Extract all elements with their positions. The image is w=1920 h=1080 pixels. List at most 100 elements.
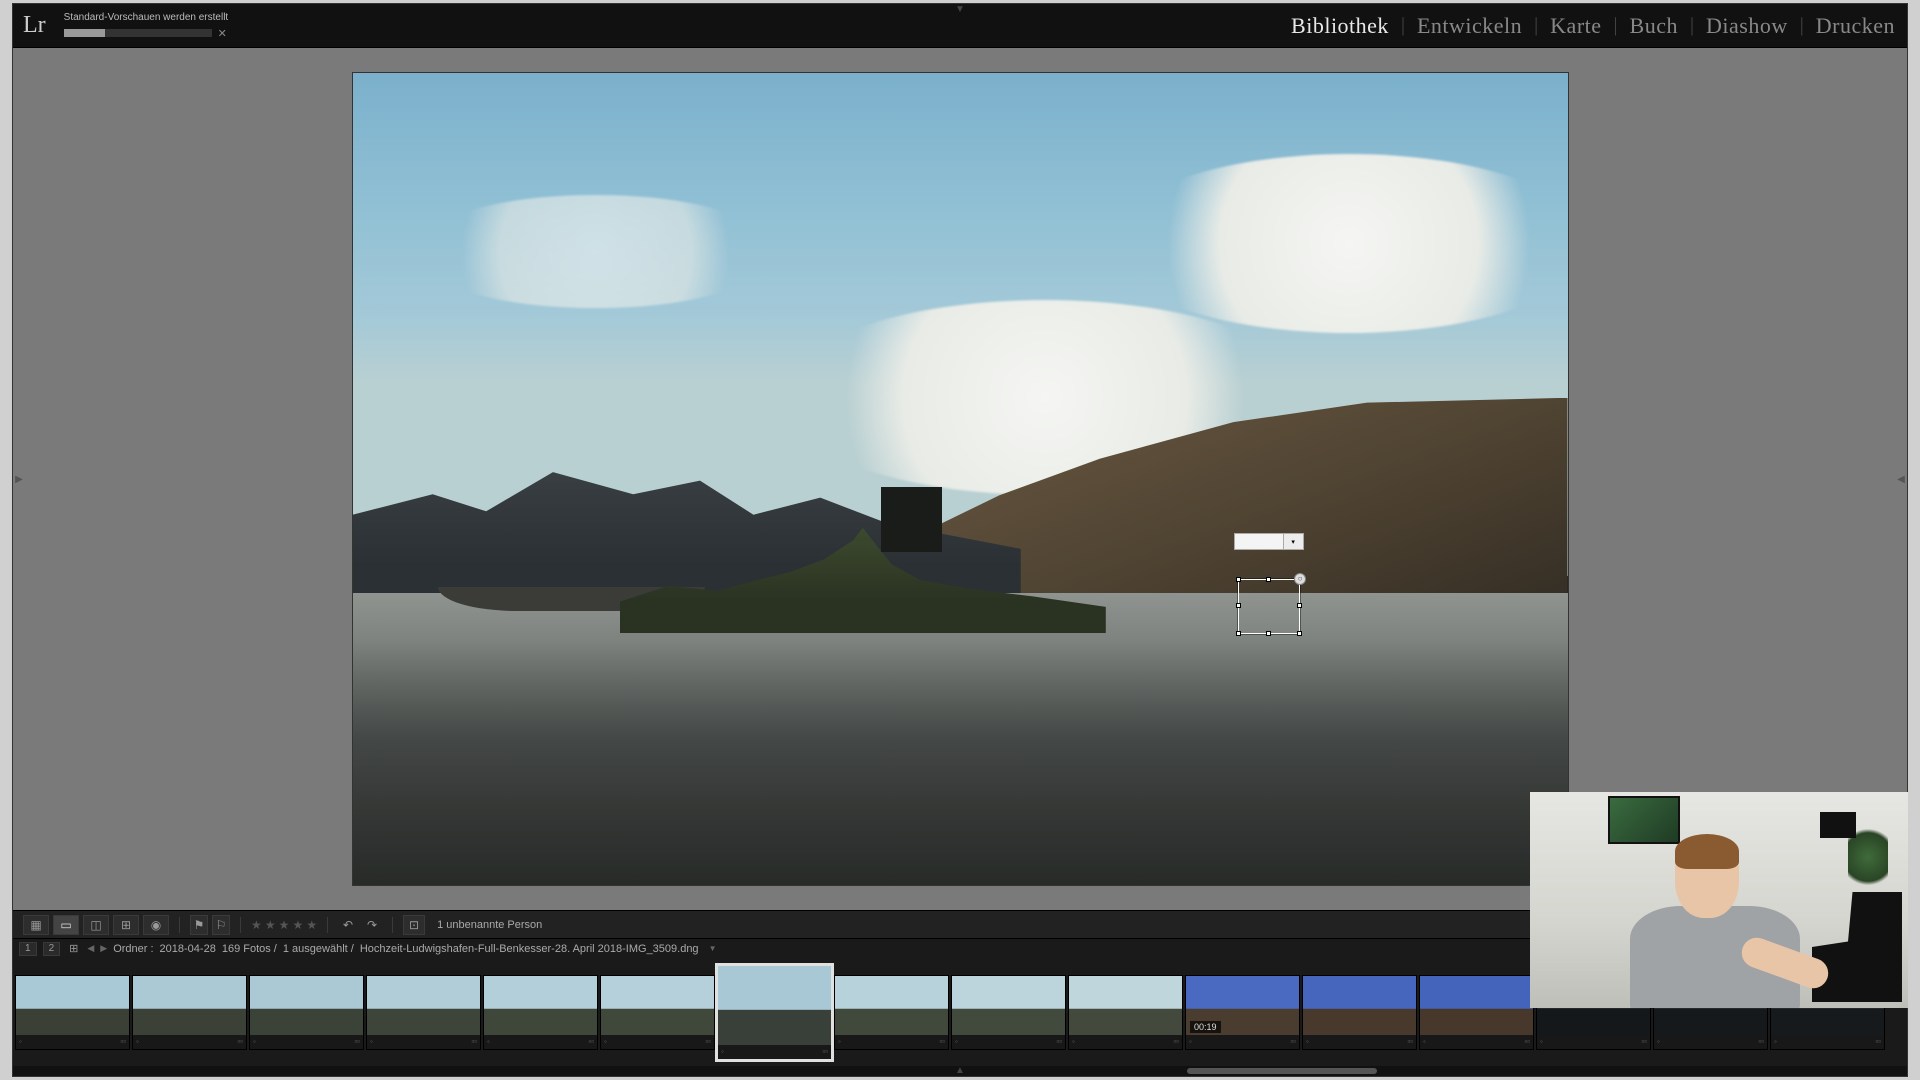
panel-toggle-bottom-icon[interactable]: ▲	[955, 1065, 965, 1076]
face-name-confirm-button[interactable]: ▾	[1284, 533, 1304, 550]
resize-handle-icon[interactable]	[1266, 631, 1271, 636]
thumb-badge-icon: ▫▫	[1173, 1037, 1179, 1046]
thumb-badge-icon: ▫▫	[588, 1037, 594, 1046]
module-map[interactable]: Karte	[1548, 13, 1603, 39]
rotate-left-button[interactable]: ↶	[338, 915, 358, 935]
loupe-view-button[interactable]: ▭	[53, 915, 79, 935]
resize-handle-icon[interactable]	[1266, 577, 1271, 582]
resize-handle-icon[interactable]	[1236, 631, 1241, 636]
resize-handle-icon[interactable]	[1236, 603, 1241, 608]
thumb-badge-icon: ▫▫	[237, 1037, 243, 1046]
flag-picked-button[interactable]: ⚑	[190, 915, 208, 935]
thumb-footer: ◦▫▫	[1420, 1035, 1533, 1049]
filmstrip-thumb[interactable]: ◦▫▫	[1068, 975, 1183, 1050]
resize-handle-icon[interactable]	[1236, 577, 1241, 582]
right-panel-toggle-icon[interactable]: ◀	[1895, 48, 1907, 910]
module-slideshow[interactable]: Diashow	[1704, 13, 1790, 39]
photo-cloud	[413, 195, 778, 309]
module-picker: Bibliothek | Entwickeln | Karte | Buch |…	[1289, 13, 1897, 39]
thumb-badge-icon: ▫▫	[1875, 1037, 1881, 1046]
filmstrip-thumb[interactable]: ◦▫▫	[600, 975, 715, 1050]
face-region-remove-icon[interactable]: ○	[1294, 573, 1306, 585]
thumb-footer: ◦ ▫▫	[835, 1035, 948, 1049]
thumb-footer: ◦▫▫	[484, 1035, 597, 1049]
thumb-badge-icon: ▫▫	[1290, 1037, 1296, 1046]
module-separator: |	[1690, 14, 1694, 37]
resize-handle-icon[interactable]	[1297, 603, 1302, 608]
filmstrip-thumb[interactable]: ◦▫▫	[15, 975, 130, 1050]
thumb-image	[952, 976, 1065, 1035]
star-icon[interactable]: ★	[265, 918, 276, 932]
left-panel-toggle-icon[interactable]: ▶	[13, 48, 25, 910]
filmstrip-thumb[interactable]: ◦▫▫	[132, 975, 247, 1050]
thumb-footer: ◦▫▫	[601, 1035, 714, 1049]
module-develop[interactable]: Entwickeln	[1415, 13, 1524, 39]
compare-view-button[interactable]: ◫	[83, 915, 109, 935]
photo-reflection	[353, 641, 1568, 885]
thumb-footer: ◦ ▫▫	[1186, 1035, 1299, 1049]
people-view-button[interactable]: ◉	[143, 915, 169, 935]
thumb-badge-icon: ◦	[1540, 1037, 1543, 1046]
panel-toggle-top-icon[interactable]: ▼	[955, 4, 965, 15]
star-icon[interactable]: ★	[251, 918, 262, 932]
thumb-image	[718, 966, 831, 1045]
star-rating[interactable]: ★ ★ ★ ★ ★	[251, 918, 317, 932]
star-icon[interactable]: ★	[279, 918, 290, 932]
thumb-badge-icon: ▫▫	[471, 1037, 477, 1046]
thumb-badge-icon: ▫▫	[1641, 1037, 1647, 1046]
filmstrip-thumb[interactable]: ◦▫▫	[717, 965, 832, 1060]
webcam-presenter	[1620, 828, 1830, 1008]
loupe-canvas[interactable]: ▾ ○	[25, 48, 1895, 910]
thumb-badge-icon: ◦	[253, 1037, 256, 1046]
thumb-badge-icon: ◦	[1306, 1037, 1309, 1046]
module-library[interactable]: Bibliothek	[1289, 13, 1391, 39]
toolbar-divider	[179, 917, 180, 933]
thumb-badge-icon: ◦	[838, 1037, 841, 1046]
star-icon[interactable]: ★	[292, 918, 303, 932]
star-icon[interactable]: ★	[306, 918, 317, 932]
nav-fwd-icon[interactable]: ▶	[100, 943, 107, 954]
folder-name[interactable]: 2018-04-28	[160, 943, 216, 955]
main-area: ▶	[13, 48, 1907, 910]
module-print[interactable]: Drucken	[1814, 13, 1897, 39]
filmstrip-thumb[interactable]: ◦▫▫	[1302, 975, 1417, 1050]
thumb-image	[1069, 976, 1182, 1035]
resize-handle-icon[interactable]	[1297, 631, 1302, 636]
thumb-badge-icon: ◦	[370, 1037, 373, 1046]
thumb-badge-icon: ▫▫	[1758, 1037, 1764, 1046]
nav-back-icon[interactable]: ◀	[87, 943, 94, 954]
face-name-field[interactable]	[1234, 533, 1284, 550]
rotate-right-button[interactable]: ↷	[362, 915, 382, 935]
grid-view-button[interactable]: ▦	[23, 915, 49, 935]
face-name-input-row: ▾	[1234, 533, 1304, 550]
photo-castle	[881, 487, 942, 552]
filmstrip-thumb[interactable]: ◦▫▫	[249, 975, 364, 1050]
filmstrip-thumb[interactable]: ◦▫▫	[1419, 975, 1534, 1050]
survey-view-button[interactable]: ⊞	[113, 915, 139, 935]
filmstrip-thumb[interactable]: ◦ ▫▫	[834, 975, 949, 1050]
filmstrip-thumb[interactable]: ◦▫▫	[951, 975, 1066, 1050]
photo-viewport[interactable]: ▾ ○	[353, 73, 1568, 885]
filmstrip-thumb[interactable]: ◦▫▫00:19	[1185, 975, 1300, 1050]
progress-close-icon[interactable]: ✕	[218, 27, 227, 40]
thumb-badge-icon: ▫▫	[939, 1037, 945, 1046]
breadcrumb-dropdown-icon[interactable]: ▼	[709, 944, 717, 953]
thumb-badge-icon: ◦	[1189, 1037, 1192, 1046]
thumb-image	[1303, 976, 1416, 1035]
current-filename: Hochzeit-Ludwigshafen-Full-Benkesser-28.…	[360, 943, 699, 955]
thumb-image	[484, 976, 597, 1035]
secondary-display-2-button[interactable]: 2	[43, 942, 61, 956]
filmstrip-thumb[interactable]: ◦ ▫▫	[366, 975, 481, 1050]
face-region[interactable]: ○	[1238, 579, 1300, 634]
thumb-footer: ◦ ▫▫	[367, 1035, 480, 1049]
thumb-badge-icon: ◦	[19, 1037, 22, 1046]
filmstrip-thumb[interactable]: ◦▫▫	[483, 975, 598, 1050]
secondary-display-1-button[interactable]: 1	[19, 942, 37, 956]
flag-rejected-button[interactable]: ⚐	[212, 915, 230, 935]
photo-content	[353, 73, 1568, 885]
face-tag-tool-button[interactable]: ⊡	[403, 915, 425, 935]
scrollbar-thumb[interactable]	[1187, 1068, 1376, 1074]
grid-mini-icon[interactable]: ⊞	[66, 942, 81, 955]
photo-cloud	[1106, 154, 1568, 333]
module-book[interactable]: Buch	[1628, 13, 1680, 39]
